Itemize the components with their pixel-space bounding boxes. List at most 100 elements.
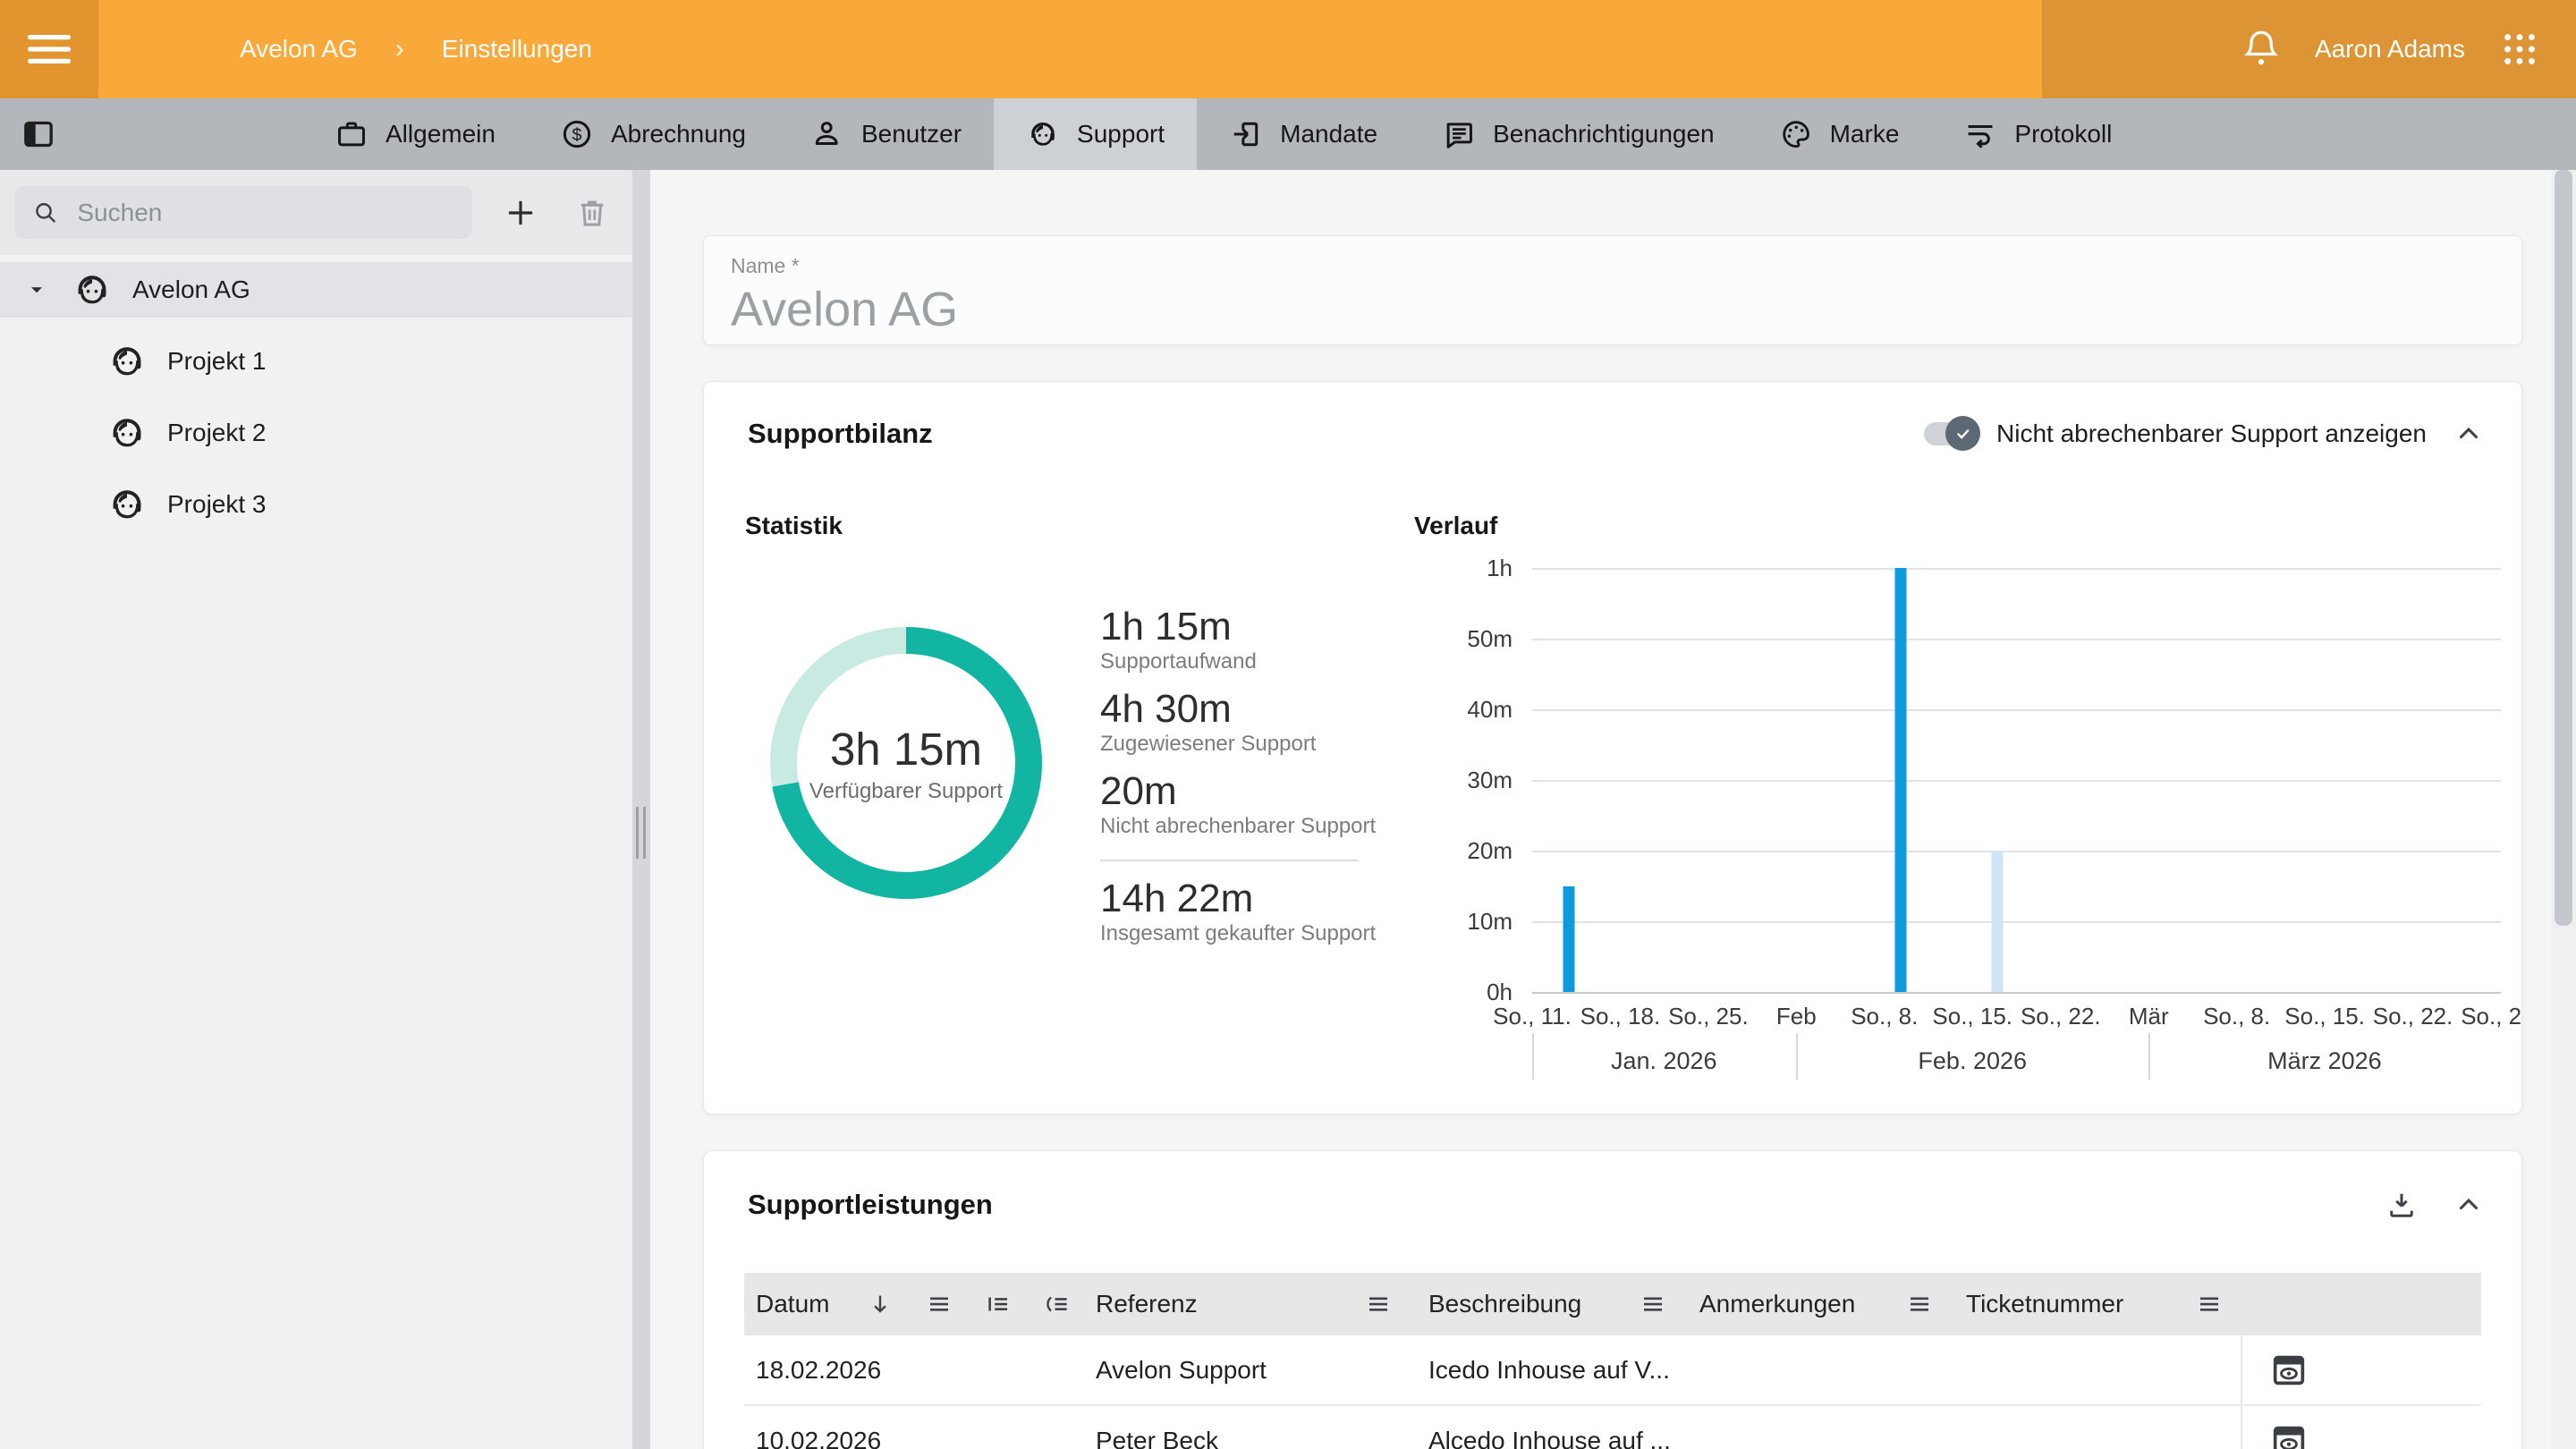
- group-menu-icon[interactable]: [1044, 1291, 1071, 1318]
- tree-item-label: Projekt 2: [167, 419, 267, 447]
- view-entry-button[interactable]: [2267, 1349, 2310, 1392]
- wrap-arrow-icon: [1963, 117, 1997, 151]
- stats-divider: [1100, 860, 1358, 861]
- add-node-button[interactable]: [496, 187, 547, 239]
- breadcrumb-item-company[interactable]: Avelon AG: [240, 35, 358, 64]
- sidebar-search-band: [0, 170, 632, 255]
- bar-2026-02-18[interactable]: [1992, 851, 2004, 992]
- tab-label: Support: [1077, 120, 1165, 148]
- search-icon: [32, 198, 59, 228]
- collapse-chevron-up-icon[interactable]: [2453, 419, 2484, 449]
- table-row[interactable]: 10.02.2026 Peter Beck Alcedo Inhouse auf…: [744, 1406, 2481, 1449]
- tab-abrechnung[interactable]: $ Abrechnung: [528, 98, 778, 170]
- tab-label: Abrechnung: [611, 120, 746, 148]
- column-header-ticketnummer[interactable]: Ticketnummer: [1954, 1290, 2241, 1318]
- month-label: Jan. 2026: [1611, 1047, 1717, 1075]
- bar-2026-01-14[interactable]: [1563, 886, 1575, 992]
- cell-beschreibung: Alcedo Inhouse auf ...: [1417, 1427, 1688, 1449]
- verlauf-heading: Verlauf: [1414, 512, 1497, 540]
- tab-marke[interactable]: Marke: [1747, 98, 1932, 170]
- y-tick: 10m: [1407, 908, 1513, 936]
- month-separator: [1532, 1033, 1534, 1080]
- x-tick: Feb: [1776, 1003, 1817, 1030]
- tree-item-label: Projekt 3: [167, 490, 267, 519]
- view-entry-button[interactable]: [2267, 1419, 2310, 1449]
- headset-icon: [1026, 117, 1060, 151]
- hamburger-icon: [26, 31, 72, 67]
- search-input[interactable]: [77, 199, 453, 227]
- support-donut-chart: 3h 15m Verfügbarer Support: [770, 627, 1042, 899]
- statistik-heading: Statistik: [745, 512, 843, 540]
- tree-item-label: Avelon AG: [132, 275, 250, 304]
- scrollbar-thumb[interactable]: [2555, 170, 2572, 926]
- column-header-referenz[interactable]: Referenz: [1084, 1290, 1417, 1318]
- delete-node-button[interactable]: [566, 187, 618, 239]
- headset-icon: [106, 412, 148, 453]
- column-menu-icon[interactable]: [1365, 1291, 1392, 1318]
- person-icon: [810, 117, 844, 151]
- table-header-row: Datum: [744, 1273, 2481, 1335]
- sidebar-collapse-button[interactable]: [0, 98, 77, 170]
- sort-desc-icon[interactable]: [867, 1291, 894, 1318]
- message-icon: [1442, 117, 1476, 151]
- palette-icon: [1779, 117, 1813, 151]
- column-header-beschreibung[interactable]: Beschreibung: [1417, 1290, 1688, 1318]
- column-menu-icon[interactable]: [1640, 1291, 1666, 1318]
- tree-item-projekt-3[interactable]: Projekt 3: [0, 477, 632, 532]
- x-tick: So., 18.: [1580, 1003, 1661, 1030]
- supportleistungen-card: Supportleistungen Datum: [703, 1150, 2522, 1449]
- collapse-chevron-up-icon[interactable]: [2453, 1190, 2484, 1220]
- column-menu-icon[interactable]: [926, 1291, 953, 1318]
- table-row[interactable]: 18.02.2026 Avelon Support Icedo Inhouse …: [744, 1335, 2481, 1406]
- search-input-wrap[interactable]: [14, 186, 472, 239]
- tab-benachrichtigungen[interactable]: Benachrichtigungen: [1410, 98, 1747, 170]
- bell-icon[interactable]: [2241, 28, 2281, 71]
- caret-down-icon[interactable]: [25, 278, 48, 301]
- column-menu-icon[interactable]: [1906, 1291, 1933, 1318]
- tab-support[interactable]: Support: [994, 98, 1197, 170]
- toggle-thumb: [1945, 416, 1980, 451]
- column-menu-icon[interactable]: [2196, 1291, 2223, 1318]
- project-sidebar: Avelon AG Projekt 1: [0, 170, 632, 1449]
- tree-item-label: Projekt 1: [167, 347, 267, 376]
- month-separator: [2148, 1033, 2150, 1080]
- column-header-datum[interactable]: Datum: [744, 1290, 1084, 1318]
- tab-label: Mandate: [1280, 120, 1377, 148]
- column-header-anmerkungen[interactable]: Anmerkungen: [1688, 1290, 1954, 1318]
- x-tick: So., 22.: [2373, 1003, 2453, 1030]
- tab-label: Allgemein: [386, 120, 496, 148]
- non-billable-toggle-label: Nicht abrechenbarer Support anzeigen: [1996, 419, 2427, 448]
- hamburger-menu-button[interactable]: [0, 0, 98, 98]
- preview-window-eye-icon: [2268, 1420, 2309, 1449]
- non-billable-toggle[interactable]: [1924, 422, 1977, 445]
- headset-icon: [72, 269, 113, 310]
- apps-grid-icon[interactable]: [2499, 29, 2540, 70]
- sidebar-splitter[interactable]: [632, 170, 650, 1449]
- headset-icon: [106, 341, 148, 382]
- supportleistungen-title: Supportleistungen: [748, 1189, 993, 1221]
- tree-item-projekt-2[interactable]: Projekt 2: [0, 405, 632, 461]
- tree-item-projekt-1[interactable]: Projekt 1: [0, 334, 632, 389]
- x-tick: So., 11.: [1493, 1003, 1572, 1030]
- bar-2026-02-10[interactable]: [1895, 568, 1907, 992]
- tab-allgemein[interactable]: Allgemein: [302, 98, 528, 170]
- tab-mandate[interactable]: Mandate: [1197, 98, 1410, 170]
- main-scrollbar[interactable]: [2551, 170, 2576, 1449]
- top-bar: Avelon AG › Einstellungen Aaron Adams: [0, 0, 2576, 98]
- download-icon[interactable]: [2385, 1189, 2418, 1221]
- name-field-value[interactable]: Avelon AG: [731, 282, 2495, 337]
- pin-left-menu-icon[interactable]: [985, 1291, 1012, 1318]
- cell-datum: 10.02.2026: [744, 1427, 1084, 1449]
- tab-protokoll[interactable]: Protokoll: [1931, 98, 2144, 170]
- tab-benutzer[interactable]: Benutzer: [778, 98, 994, 170]
- verlauf-bar-chart: 1h 50m 40m 30m 20m 10m 0h So., 11. So., …: [1532, 568, 2501, 992]
- month-label: März 2026: [2267, 1047, 2382, 1075]
- y-tick: 1h: [1407, 555, 1513, 582]
- y-tick: 40m: [1407, 696, 1513, 724]
- user-name[interactable]: Aaron Adams: [2315, 35, 2465, 64]
- breadcrumb-item-settings[interactable]: Einstellungen: [442, 35, 592, 64]
- project-tree: Avelon AG Projekt 1: [0, 255, 632, 532]
- settings-tab-bar: Allgemein $ Abrechnung Benutzer: [0, 98, 2576, 170]
- tree-item-avelon-ag[interactable]: Avelon AG: [0, 262, 632, 318]
- breadcrumb-separator: ›: [395, 34, 404, 64]
